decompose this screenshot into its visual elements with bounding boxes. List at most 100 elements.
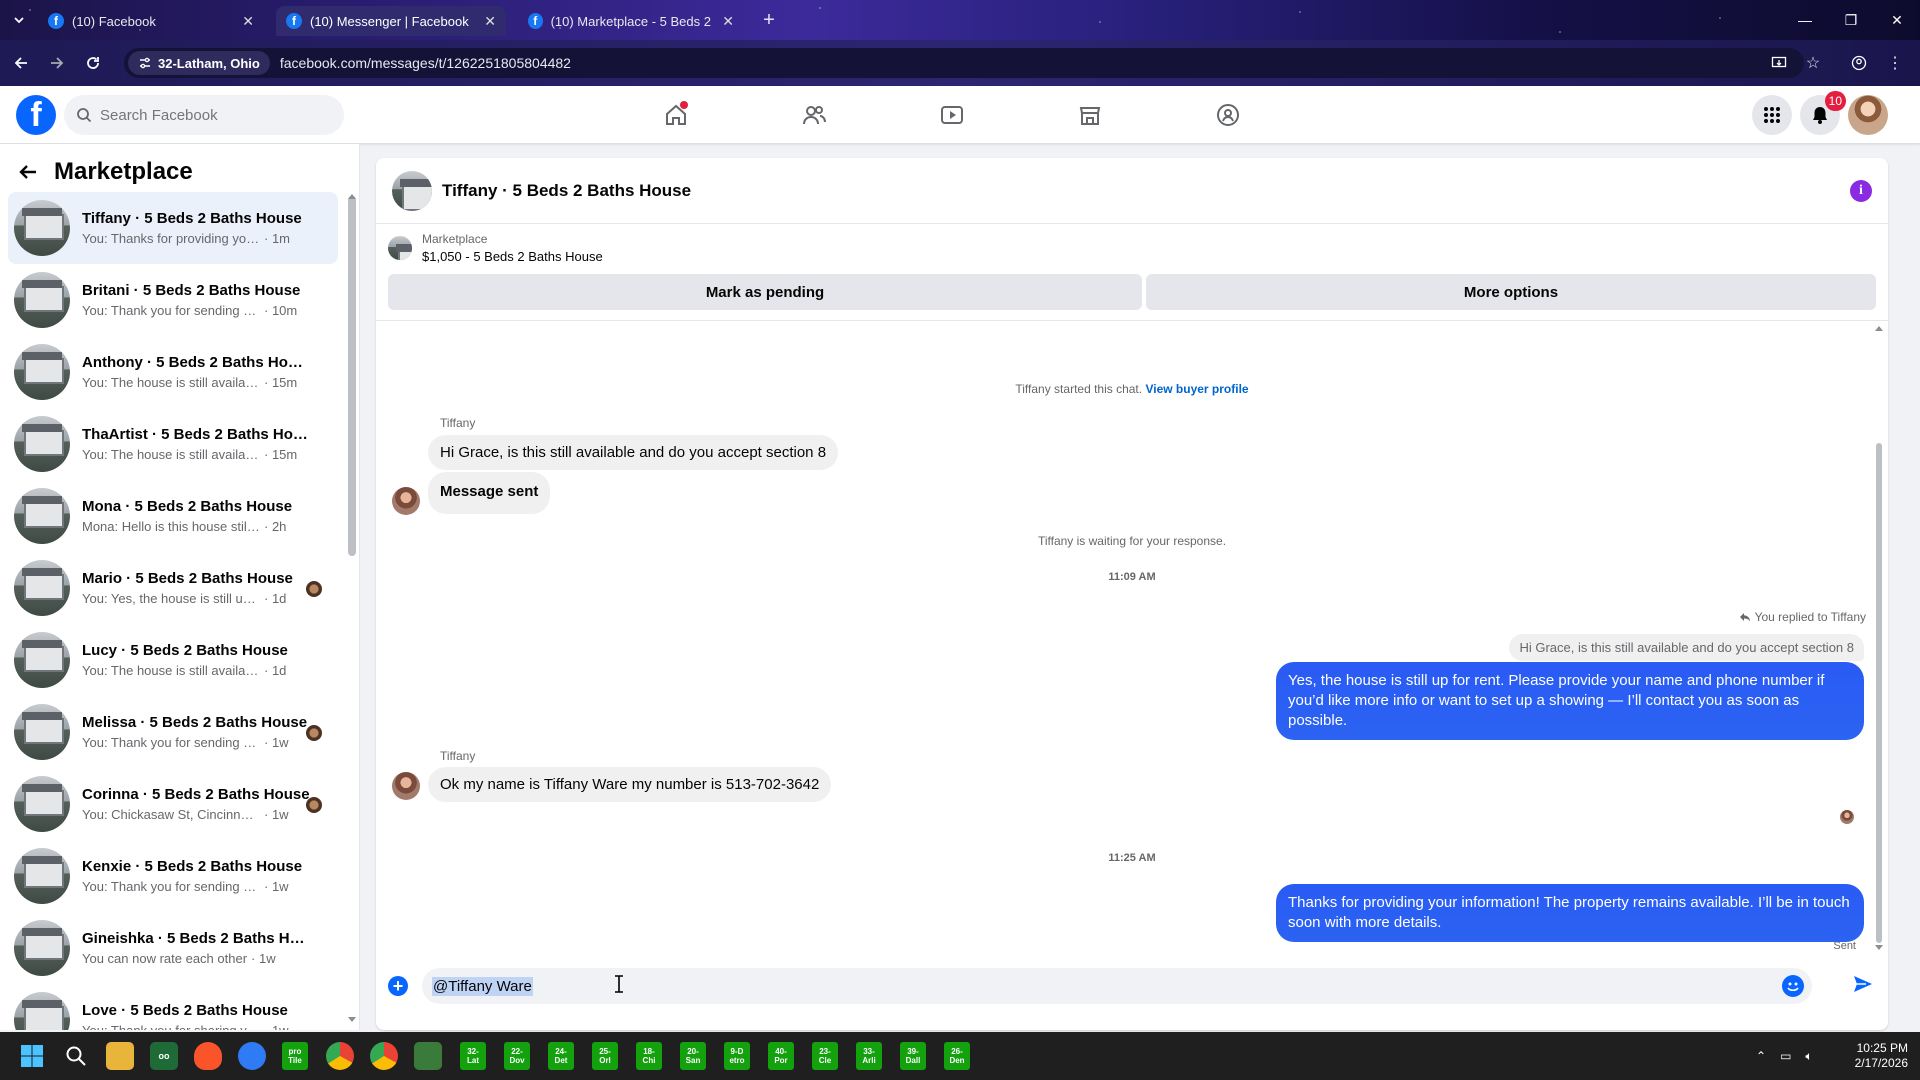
account-avatar[interactable] [1848,95,1888,135]
weather-tile-icon[interactable]: 26- Den [944,1042,970,1070]
conversation-item[interactable]: Britani · 5 Beds 2 Baths House You: Thank… [8,264,338,336]
weather-tile-icon[interactable]: 40- Por [768,1042,794,1070]
site-info-chip[interactable]: 32-Latham, Ohio [128,51,270,75]
incoming-message[interactable]: Hi Grace, is this still available and do… [428,435,839,470]
app-icon[interactable]: oo [150,1042,178,1070]
tab-marketplace[interactable]: f (10) Marketplace - 5 Beds 2 Ba ✕ [518,6,744,36]
reload-icon[interactable] [80,50,106,76]
sender-avatar[interactable] [392,487,420,515]
browser-menu-icon[interactable]: ⋮ [1882,50,1908,76]
home-icon[interactable] [656,95,696,135]
sidebar-scrollbar[interactable] [348,196,356,556]
emoji-icon[interactable] [1782,975,1804,997]
chrome-icon[interactable] [326,1042,354,1070]
conversation-item[interactable]: Tiffany · 5 Beds 2 Baths House You: Thank… [8,192,338,264]
outgoing-message[interactable]: Thanks for providing your information! T… [1276,884,1864,942]
conversation-item[interactable]: Mario · 5 Beds 2 Baths House You: Yes, th… [8,552,338,624]
chat-title[interactable]: Tiffany · 5 Beds 2 Baths House [442,181,691,201]
menu-grid-icon[interactable] [1752,95,1792,135]
volume-icon[interactable]: 🔈︎ [1805,1049,1812,1064]
brave-browser-icon[interactable] [194,1042,222,1070]
chat-scrollbar[interactable] [1876,443,1882,943]
weather-app-icon[interactable]: pro Tile [282,1042,308,1070]
conversation-text: Melissa · 5 Beds 2 Baths House You: Thank… [82,714,312,750]
bookmark-star-icon[interactable]: ☆ [1800,50,1826,76]
system-clock[interactable]: 10:25 PM 2/17/2026 [1855,1041,1908,1071]
quoted-message[interactable]: Hi Grace, is this still available and do… [1509,634,1864,661]
back-icon[interactable] [8,50,34,76]
tab-search-chevron-icon[interactable] [6,7,32,33]
scroll-up-icon[interactable] [1874,324,1884,332]
weather-tile-icon[interactable]: 18- Chi [636,1042,662,1070]
minimize-icon[interactable]: — [1782,0,1828,40]
weather-tile-icon[interactable]: 23- Cle [812,1042,838,1070]
restore-icon[interactable]: ❐ [1828,0,1874,40]
conversation-item[interactable]: Corinna · 5 Beds 2 Baths House You: Chick… [8,768,338,840]
app-icon[interactable] [414,1042,442,1070]
conversation-item[interactable]: Lucy · 5 Beds 2 Baths House You: The hous… [8,624,338,696]
conversation-item[interactable]: Mona · 5 Beds 2 Baths House Mona: Hello i… [8,480,338,552]
back-arrow-icon[interactable] [18,162,38,182]
conversation-item[interactable]: Kenxie · 5 Beds 2 Baths House You: Thank … [8,840,338,912]
seen-avatar [306,797,322,813]
network-icon[interactable]: ▭ [1780,1049,1791,1063]
tab-close-icon[interactable]: ✕ [722,13,734,30]
conversation-item[interactable]: Love · 5 Beds 2 Baths House You: Thank yo… [8,984,338,1030]
profile-icon[interactable] [1846,50,1872,76]
sender-avatar[interactable] [392,772,420,800]
scroll-down-icon[interactable] [346,1016,358,1024]
send-icon[interactable] [1852,973,1874,995]
video-icon[interactable] [932,95,972,135]
weather-tile-icon[interactable]: 20- San [680,1042,706,1070]
weather-tile-icon[interactable]: 22- Dov [504,1042,530,1070]
listing-summary[interactable]: Marketplace $1,050 - 5 Beds 2 Baths Hous… [388,232,603,264]
info-icon[interactable]: i [1850,180,1872,202]
chevron-up-icon[interactable]: ⌃ [1756,1049,1766,1063]
conversation-name: ThaArtist · 5 Beds 2 Baths House [82,426,312,443]
search-bar[interactable] [64,95,344,135]
more-options-button[interactable]: More options [1146,274,1876,310]
chrome-profile-icon[interactable] [370,1042,398,1070]
scroll-down-icon[interactable] [1874,944,1884,952]
conversation-item[interactable]: Gineishka · 5 Beds 2 Baths House You can … [8,912,338,984]
weather-tile-icon[interactable]: 32- Lat [460,1042,486,1070]
file-explorer-icon[interactable] [106,1042,134,1070]
taskbar-search-icon[interactable] [62,1042,90,1070]
conversation-item[interactable]: ThaArtist · 5 Beds 2 Baths House You: The… [8,408,338,480]
outgoing-message[interactable]: Yes, the house is still up for rent. Ple… [1276,662,1864,740]
incoming-message[interactable]: Message sent [428,472,551,514]
waiting-notice: Tiffany is waiting for your response. [1037,534,1227,548]
incoming-message[interactable]: Ok my name is Tiffany Ware my number is … [428,767,832,802]
message-input[interactable]: @Tiffany Ware [422,968,1812,1004]
weather-tile-icon[interactable]: 25- Orl [592,1042,618,1070]
weather-tile-icon[interactable]: 9-D etro [724,1042,750,1070]
scroll-up-icon[interactable] [346,192,358,200]
marketplace-icon[interactable] [1070,95,1110,135]
weather-tile-icon[interactable]: 33- Arli [856,1042,882,1070]
close-window-icon[interactable]: ✕ [1874,0,1920,40]
weather-tile-icon[interactable]: 24- Det [548,1042,574,1070]
friends-icon[interactable] [794,95,834,135]
new-tab-icon[interactable]: + [756,7,782,33]
tab-messenger[interactable]: f (10) Messenger | Facebook ✕ [276,6,506,36]
tab-close-icon[interactable]: ✕ [242,13,254,30]
groups-icon[interactable] [1208,95,1248,135]
tab-close-icon[interactable]: ✕ [484,13,496,30]
windows-start-icon[interactable] [18,1042,46,1070]
listing-thumbnail[interactable] [392,170,432,211]
view-buyer-profile-link[interactable]: View buyer profile [1145,382,1248,396]
app-icon[interactable] [238,1042,266,1070]
conversation-item[interactable]: Anthony · 5 Beds 2 Baths House You: The h… [8,336,338,408]
conversation-item[interactable]: Melissa · 5 Beds 2 Baths House You: Thank… [8,696,338,768]
weather-tile-icon[interactable]: 39- Dall [900,1042,926,1070]
tab-facebook[interactable]: f (10) Facebook ✕ [38,6,264,36]
mention-token[interactable]: @Tiffany Ware [432,976,533,996]
facebook-logo-icon[interactable]: f [16,95,56,135]
notifications-bell-icon[interactable]: 10 [1800,91,1846,135]
address-bar[interactable]: 32-Latham, Ohio facebook.com/messages/t/… [124,48,1804,78]
install-app-icon[interactable] [1766,50,1792,76]
mark-as-pending-button[interactable]: Mark as pending [388,274,1142,310]
add-attachment-icon[interactable]: + [388,976,408,996]
search-input[interactable] [100,106,320,124]
forward-icon[interactable] [44,50,70,76]
